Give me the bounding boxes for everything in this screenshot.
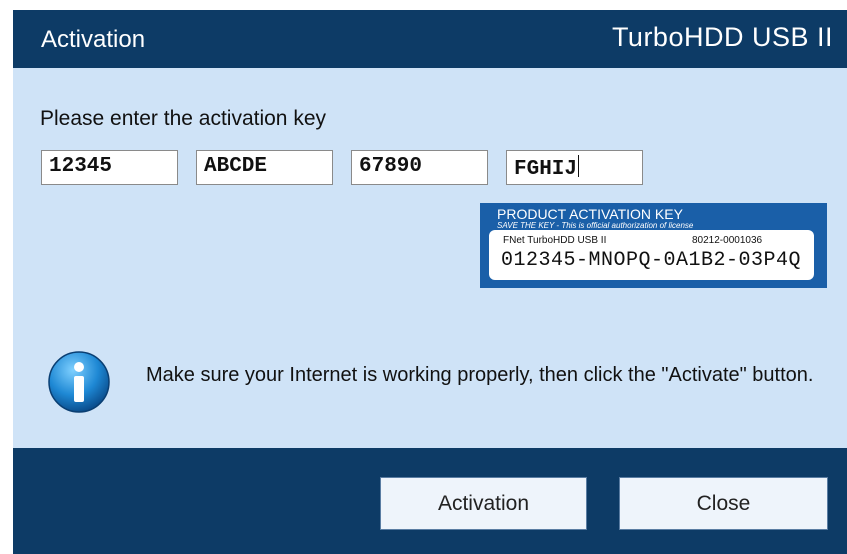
key-field-2-value: ABCDE: [204, 155, 268, 178]
info-icon: [47, 350, 111, 414]
activation-dialog: Activation TurboHDD USB II Please enter …: [13, 10, 847, 554]
key-field-3[interactable]: 67890: [351, 150, 488, 185]
activation-prompt: Please enter the activation key: [40, 107, 327, 130]
key-field-1-value: 12345: [49, 155, 113, 178]
close-button[interactable]: Close: [619, 477, 828, 530]
info-message: Make sure your Internet is working prope…: [146, 364, 814, 386]
card-key-panel: FNet TurboHDD USB II 80212-0001036 01234…: [489, 230, 814, 280]
brand-logo: TurboHDD USB II: [611, 22, 833, 52]
dialog-title: Activation: [41, 26, 146, 53]
key-field-4-value: FGHIJ: [514, 158, 578, 181]
text-caret: [578, 155, 580, 177]
card-activation-key: 012345-MNOPQ-0A1B2-03P4Q: [501, 249, 802, 272]
key-field-1[interactable]: 12345: [41, 150, 178, 185]
card-subtitle: SAVE THE KEY - This is official authoriz…: [497, 221, 694, 230]
card-product-name: FNet TurboHDD USB II: [503, 235, 607, 246]
activation-button[interactable]: Activation: [380, 477, 587, 530]
key-field-4[interactable]: FGHIJ: [506, 150, 643, 185]
card-title: PRODUCT ACTIVATION KEY: [497, 206, 683, 222]
key-field-3-value: 67890: [359, 155, 423, 178]
title-bar: Activation TurboHDD USB II: [13, 10, 847, 68]
card-serial-number: 80212-0001036: [692, 235, 763, 246]
key-field-2[interactable]: ABCDE: [196, 150, 333, 185]
product-key-card: PRODUCT ACTIVATION KEY SAVE THE KEY - Th…: [480, 203, 827, 288]
